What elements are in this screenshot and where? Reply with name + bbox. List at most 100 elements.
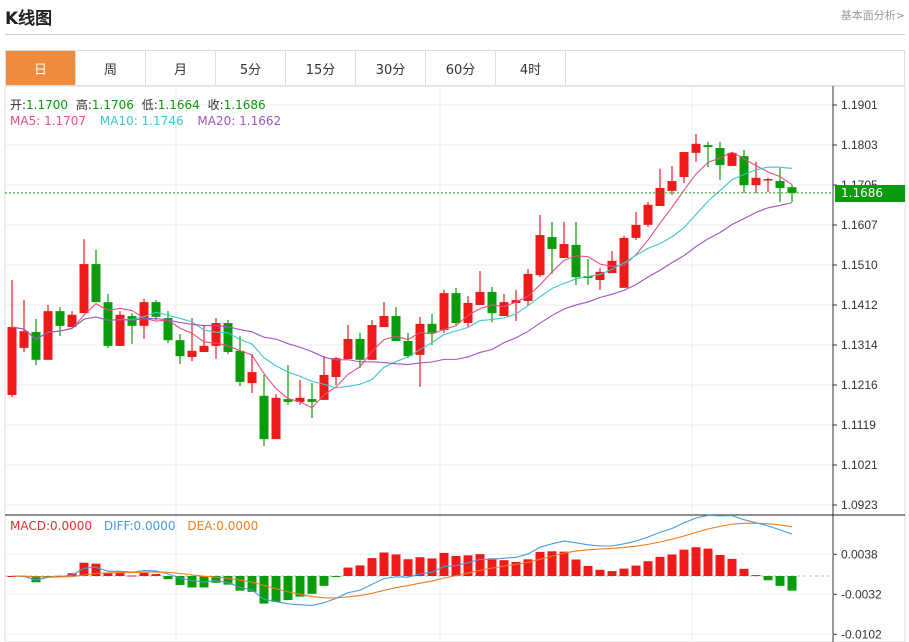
- candle-down: [775, 181, 785, 189]
- candle-down: [91, 264, 101, 303]
- macd-bar: [403, 559, 413, 576]
- price-tick-label: 1.1901: [841, 98, 878, 112]
- price-tick-label: 1.1803: [841, 138, 878, 152]
- price-tick-label: 1.1412: [841, 298, 878, 312]
- macd-bar: [475, 554, 485, 576]
- ma20-value: 1.1662: [239, 114, 282, 128]
- candle-up: [691, 143, 701, 153]
- candle-down: [151, 302, 161, 317]
- macd-bar: [715, 554, 725, 576]
- macd-bar: [343, 567, 353, 576]
- ma10-label: MA10:: [99, 114, 142, 128]
- macd-bar: [151, 574, 161, 576]
- candle-up: [763, 179, 773, 181]
- macd-legend: MACD:0.0000 DIFF:0.0000 DEA:0.0000: [10, 519, 262, 533]
- macd-bar: [739, 568, 749, 576]
- candle-down: [163, 318, 173, 341]
- macd-bar: [115, 573, 125, 576]
- macd-bar: [571, 559, 581, 576]
- macd-bar: [355, 565, 365, 576]
- candle-up: [247, 372, 257, 384]
- candle-up: [43, 311, 53, 360]
- ma10-line: [11, 166, 793, 389]
- price-tick-label: 1.1119: [841, 418, 876, 432]
- macd-bar: [367, 558, 377, 576]
- candle-down: [487, 291, 497, 314]
- candle-up: [559, 244, 569, 258]
- macd-bar: [163, 576, 173, 580]
- candle-up: [19, 331, 29, 348]
- macd-bar: [499, 560, 509, 576]
- last-price-badge: 1.1686: [835, 185, 905, 202]
- candle-down: [403, 340, 413, 357]
- macd-bar: [379, 552, 389, 576]
- candle-up: [7, 327, 17, 395]
- candle-down: [307, 399, 317, 402]
- close-value: 1.1686: [223, 98, 266, 112]
- candle-up: [667, 181, 677, 191]
- candle-down: [571, 244, 581, 278]
- diff-label: DIFF:: [103, 519, 134, 533]
- open-value: 1.1700: [26, 98, 69, 112]
- macd-bar: [427, 558, 437, 576]
- macd-bar: [331, 576, 341, 578]
- macd-bar: [607, 571, 617, 576]
- candle-up: [199, 345, 209, 353]
- candle-up: [79, 264, 89, 314]
- candle-up: [139, 302, 149, 326]
- macd-bar: [391, 554, 401, 576]
- ohlc-legend: 开:1.1700 高:1.1706 低:1.1664 收:1.1686: [10, 96, 270, 113]
- candle-down: [787, 187, 797, 193]
- close-label: 收:: [207, 98, 224, 112]
- macd-bar: [535, 551, 545, 576]
- macd-bar: [679, 549, 689, 576]
- ma5-label: MA5:: [10, 114, 45, 128]
- macd-bar: [667, 554, 677, 576]
- candle-up: [187, 350, 197, 357]
- macd-bar: [439, 552, 449, 576]
- candle-up: [319, 374, 329, 400]
- price-tick-label: 1.1607: [841, 218, 878, 232]
- macd-bar: [187, 576, 197, 588]
- macd-bar: [559, 551, 569, 576]
- candle-up: [343, 338, 353, 359]
- low-value: 1.1664: [157, 98, 200, 112]
- candle-up: [727, 152, 737, 166]
- candle-down: [547, 237, 557, 249]
- macd-bar: [763, 576, 773, 581]
- candle-up: [679, 152, 689, 177]
- candle-down: [703, 145, 713, 148]
- price-tick-label: 1.1510: [841, 258, 878, 272]
- macd-bar: [703, 548, 713, 576]
- candle-down: [55, 311, 65, 326]
- candle-up: [439, 293, 449, 330]
- dea-label: DEA:: [187, 519, 217, 533]
- macd-value: 0.0000: [50, 519, 93, 533]
- candle-up: [643, 204, 653, 225]
- candle-up: [475, 291, 485, 305]
- macd-bar: [775, 576, 785, 586]
- candle-up: [415, 323, 425, 355]
- macd-bar: [319, 576, 329, 586]
- candle-up: [631, 224, 641, 238]
- macd-bar: [139, 572, 149, 576]
- candle-down: [355, 338, 365, 360]
- ma20-line: [11, 202, 793, 366]
- macd-bar: [583, 565, 593, 576]
- macd-bar: [691, 547, 701, 576]
- macd-bar: [643, 561, 653, 576]
- candle-up: [523, 273, 533, 301]
- candle-down: [175, 340, 185, 357]
- candle-down: [127, 316, 137, 326]
- macd-bar: [655, 556, 665, 576]
- macd-bar: [787, 576, 797, 591]
- macd-label: MACD:: [10, 519, 51, 533]
- candle-up: [331, 358, 341, 377]
- price-tick-label: 1.0923: [841, 498, 878, 512]
- price-tick-label: 1.1021: [841, 458, 878, 472]
- macd-tick-label: -0.0102: [841, 627, 882, 641]
- low-label: 低:: [141, 98, 158, 112]
- macd-bar: [751, 575, 761, 577]
- ma-legend: MA5: 1.1707 MA10: 1.1746 MA20: 1.1662: [10, 114, 285, 128]
- macd-bar: [307, 576, 317, 594]
